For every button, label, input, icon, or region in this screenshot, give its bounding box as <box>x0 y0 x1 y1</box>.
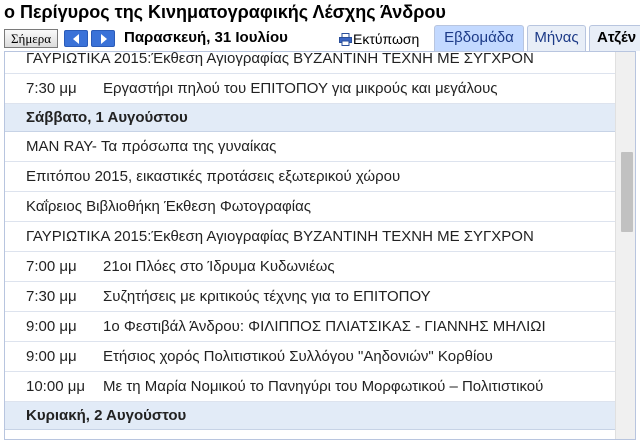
event-row[interactable]: MAN RAY- Τα πρόσωπα της γυναίκας <box>5 132 615 162</box>
event-title[interactable]: Εργαστήρι πηλού του ΕΠΙΤΟΠΟΥ για μικρούς… <box>103 80 498 98</box>
event-time: 7:00 μμ <box>26 258 77 275</box>
event-time: 9:00 μμ <box>26 318 77 335</box>
event-row[interactable]: 9:00 μμ Ετήσιος χορός Πολιτιστικού Συλλό… <box>5 342 615 372</box>
chevron-right-icon <box>101 34 107 44</box>
event-title[interactable]: Καΐρειος Βιβλιοθήκη Έκθεση Φωτογραφίας <box>26 198 311 216</box>
event-title[interactable]: 1ο Φεστιβάλ Άνδρου: ΦΙΛΙΠΠΟΣ ΠΛΙΑΤΣΙΚΑΣ … <box>103 318 546 336</box>
agenda-view: ΓΑΥΡΙΩΤΙΚΑ 2015:Έκθεση Αγιογραφίας ΒΥΖΑΝ… <box>4 51 636 440</box>
event-row[interactable]: Επιτόπου 2015, εικαστικές προτάσεις εξωτ… <box>5 162 615 192</box>
current-date: Παρασκευή, 31 Ιουλίου <box>124 29 288 46</box>
event-title[interactable]: 21οι Πλόες στο Ίδρυμα Κυδωνιέως <box>103 258 335 276</box>
day-header-saturday: Σάββατο, 1 Αυγούστου <box>5 104 615 132</box>
event-title[interactable]: Με τη Μαρία Νομικού το Πανηγύρι του Μορφ… <box>103 378 543 396</box>
prev-button[interactable] <box>64 30 88 47</box>
scrollbar[interactable] <box>615 52 635 439</box>
event-title[interactable]: Ετήσιος χορός Πολιτιστικού Συλλόγου "Αηδ… <box>103 348 493 366</box>
day-header-sunday: Κυριακή, 2 Αυγούστου <box>5 402 615 430</box>
event-title[interactable]: ΓΑΥΡΙΩΤΙΚΑ 2015:Έκθεση Αγιογραφίας ΒΥΖΑΝ… <box>26 228 534 246</box>
tab-month[interactable]: Μήνας <box>527 25 586 51</box>
event-row[interactable]: ΓΑΥΡΙΩΤΙΚΑ 2015:Έκθεση Αγιογραφίας ΒΥΖΑΝ… <box>5 52 615 74</box>
chevron-left-icon <box>73 34 79 44</box>
event-row[interactable]: 7:00 μμ 21οι Πλόες στο Ίδρυμα Κυδωνιέως <box>5 252 615 282</box>
event-row[interactable]: 9:00 μμ 1ο Φεστιβάλ Άνδρου: ΦΙΛΙΠΠΟΣ ΠΛΙ… <box>5 312 615 342</box>
event-time: 10:00 μμ <box>26 378 85 395</box>
printer-icon <box>339 33 352 46</box>
tab-week[interactable]: Εβδομάδα <box>434 25 524 51</box>
event-row[interactable]: 7:30 μμ Εργαστήρι πηλού του ΕΠΙΤΟΠΟΥ για… <box>5 74 615 104</box>
event-time: 9:00 μμ <box>26 348 77 365</box>
agenda-list: ΓΑΥΡΙΩΤΙΚΑ 2015:Έκθεση Αγιογραφίας ΒΥΖΑΝ… <box>5 52 615 430</box>
scroll-thumb[interactable] <box>621 152 633 232</box>
print-label: Εκτύπωση <box>353 31 420 47</box>
today-button[interactable]: Σήμερα <box>4 29 58 48</box>
next-button[interactable] <box>91 30 115 47</box>
calendar-title: ο Περίγυρος της Κινηματογραφικής Λέσχης … <box>4 2 446 22</box>
event-row[interactable]: 7:30 μμ Συζητήσεις με κριτικούς τέχνης γ… <box>5 282 615 312</box>
event-title[interactable]: Επιτόπου 2015, εικαστικές προτάσεις εξωτ… <box>26 168 400 186</box>
event-row[interactable]: 10:00 μμ Με τη Μαρία Νομικού το Πανηγύρι… <box>5 372 615 402</box>
event-row[interactable]: ΓΑΥΡΙΩΤΙΚΑ 2015:Έκθεση Αγιογραφίας ΒΥΖΑΝ… <box>5 222 615 252</box>
event-row[interactable]: Καΐρειος Βιβλιοθήκη Έκθεση Φωτογραφίας <box>5 192 615 222</box>
event-title[interactable]: MAN RAY- Τα πρόσωπα της γυναίκας <box>26 138 276 156</box>
event-time: 7:30 μμ <box>26 80 77 97</box>
event-title[interactable]: Συζητήσεις με κριτικούς τέχνης για το ΕΠ… <box>103 288 431 306</box>
tab-agenda[interactable]: Ατζέν <box>589 25 640 51</box>
event-title[interactable]: ΓΑΥΡΙΩΤΙΚΑ 2015:Έκθεση Αγιογραφίας ΒΥΖΑΝ… <box>26 52 534 68</box>
event-time: 7:30 μμ <box>26 288 77 305</box>
print-button[interactable]: Εκτύπωση <box>339 31 419 47</box>
